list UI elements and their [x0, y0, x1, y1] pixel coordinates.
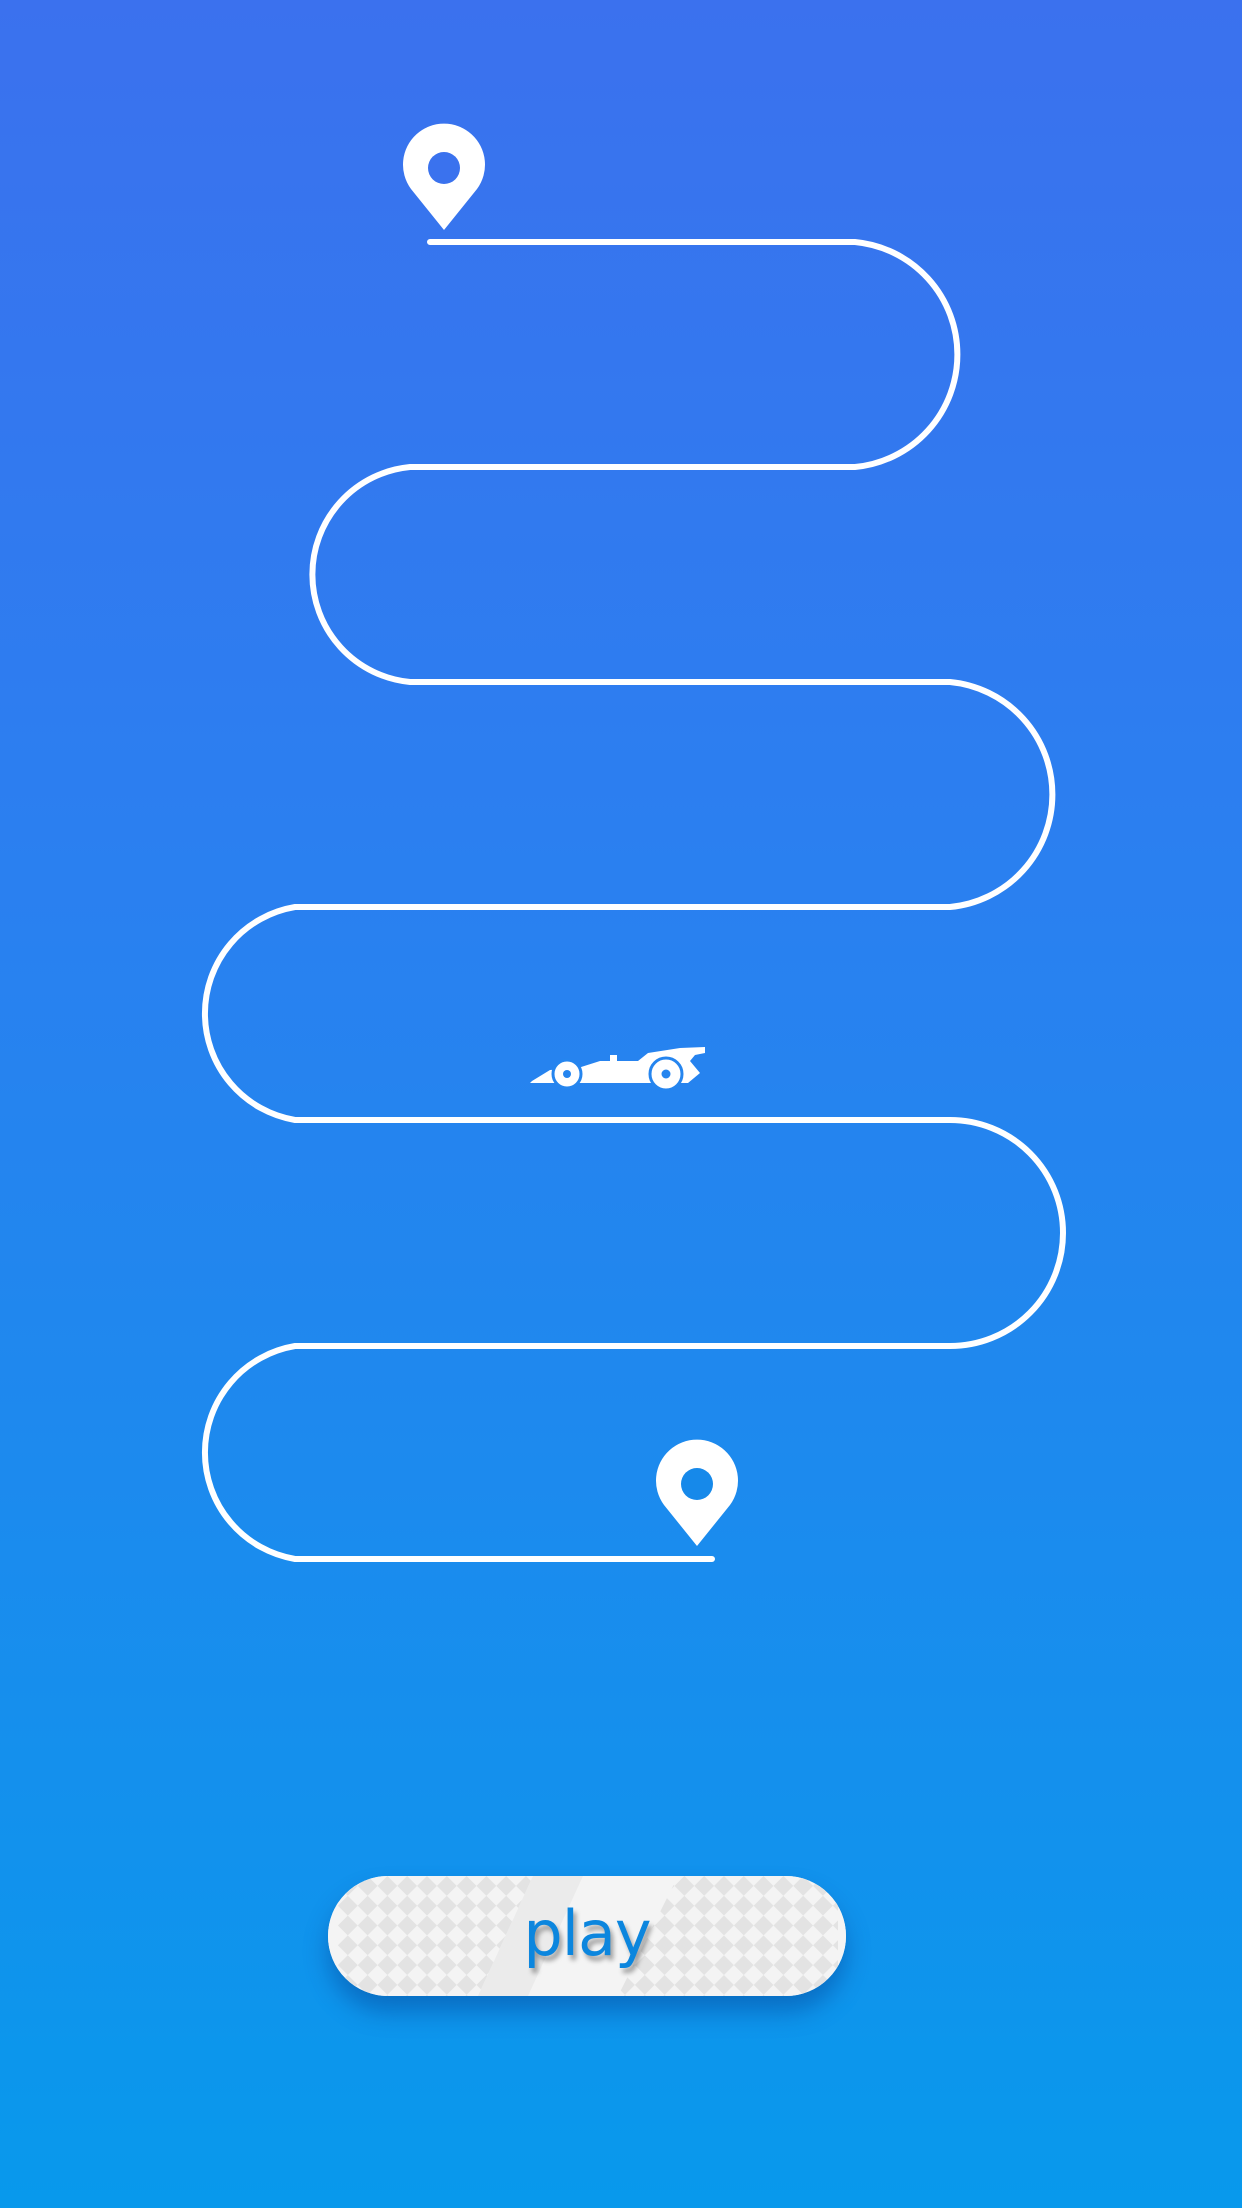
race-track: [201, 239, 1066, 1562]
play-button-label: play: [523, 1897, 651, 1970]
race-car-icon: [530, 1047, 705, 1092]
game-screen: play: [0, 0, 1242, 2208]
end-map-pin-icon: [656, 1439, 738, 1546]
start-map-pin-icon: [403, 123, 485, 230]
play-button[interactable]: play: [328, 1876, 846, 1996]
